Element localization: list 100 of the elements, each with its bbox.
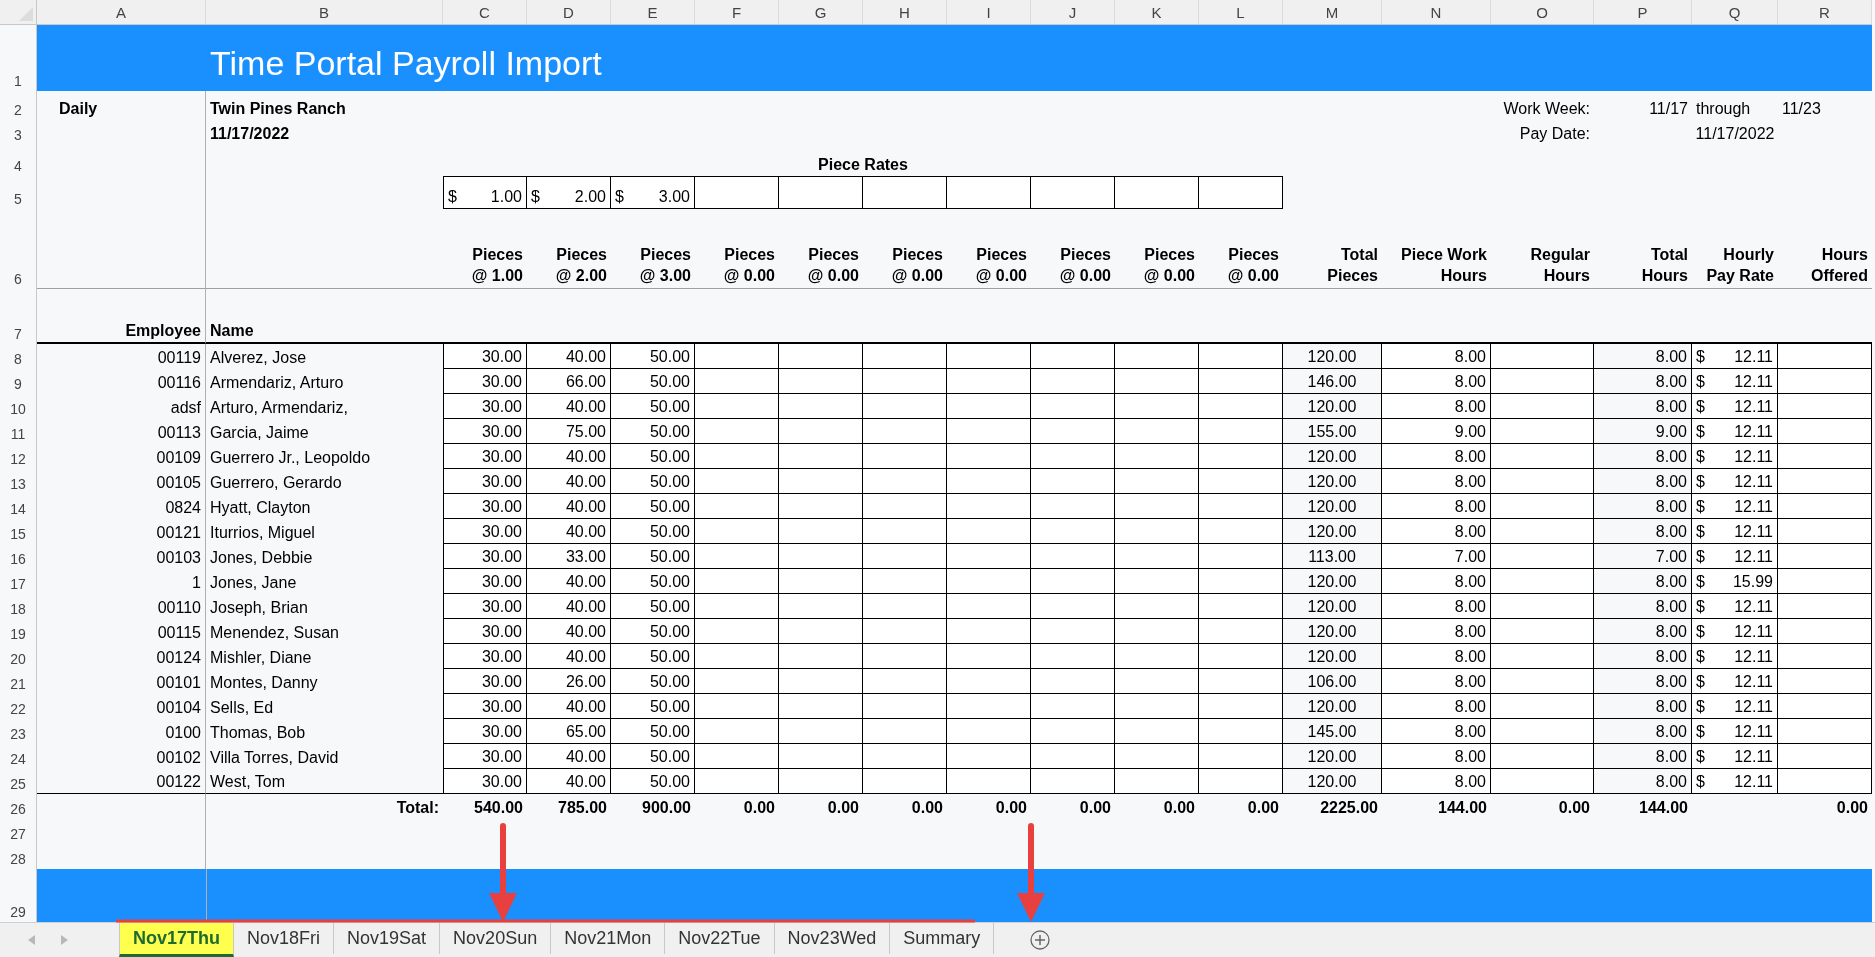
column-header[interactable]: K (1115, 0, 1199, 25)
sheet-tab[interactable]: Summary (890, 923, 995, 954)
row-number[interactable]: 9 (0, 369, 37, 394)
table-cell: 120.00 (1283, 769, 1382, 794)
row-number[interactable]: 2 (0, 91, 37, 120)
table-cell: 40.00 (527, 569, 611, 594)
pay-rate-cell: $ 15.99 (1692, 569, 1778, 594)
table-cell: 50.00 (611, 669, 695, 694)
table-cell: 8.00 (1382, 369, 1491, 394)
column-header[interactable]: F (695, 0, 779, 25)
row-number[interactable]: 4 (0, 145, 37, 176)
sheet-tab[interactable]: Nov20Sun (440, 923, 552, 954)
employee-id: 00105 (37, 469, 206, 494)
row-number[interactable]: 26 (0, 794, 37, 819)
row-number[interactable]: 16 (0, 544, 37, 569)
column-header[interactable]: B (206, 0, 443, 25)
column-header[interactable]: D (527, 0, 611, 25)
sheet-tab[interactable]: Nov18Fri (234, 923, 335, 954)
row-number[interactable]: 23 (0, 719, 37, 744)
row-number[interactable]: 8 (0, 344, 37, 369)
row-number[interactable]: 11 (0, 419, 37, 444)
column-header[interactable]: M (1283, 0, 1382, 25)
column-header[interactable]: R (1778, 0, 1872, 25)
sheet-tab[interactable]: Nov17Thu (119, 923, 234, 957)
table-cell: 50.00 (611, 619, 695, 644)
row-number[interactable]: 21 (0, 669, 37, 694)
table-cell: 40.00 (527, 769, 611, 794)
employee-name: Arturo, Armendariz, (209, 398, 349, 418)
column-header[interactable]: J (1031, 0, 1115, 25)
table-cell: 8.00 (1594, 719, 1692, 744)
scroll-left-icon[interactable] (28, 935, 36, 945)
column-heading: Piece Work Hours (1382, 209, 1491, 289)
piece-rate-cell: $ 3.00 (611, 176, 695, 209)
row-number[interactable]: 17 (0, 569, 37, 594)
row-number[interactable]: 6 (0, 209, 37, 289)
table-cell: 8.00 (1382, 619, 1491, 644)
table-cell: 50.00 (611, 469, 695, 494)
table-cell: 30.00 (443, 369, 527, 394)
row-number[interactable]: 19 (0, 619, 37, 644)
row-number[interactable]: 20 (0, 644, 37, 669)
table-cell: 8.00 (1594, 669, 1692, 694)
row-number[interactable]: 28 (0, 844, 37, 869)
row-number[interactable]: 24 (0, 744, 37, 769)
employee-name: Alverez, Jose (209, 348, 308, 368)
row-number[interactable]: 18 (0, 594, 37, 619)
employee-name: Jones, Jane (209, 573, 298, 593)
column-header[interactable]: E (611, 0, 695, 25)
employee-id: 00116 (37, 369, 206, 394)
total-value: 785.00 (557, 798, 608, 818)
table-cell: 50.00 (611, 694, 695, 719)
table-cell: 40.00 (527, 694, 611, 719)
row-number[interactable]: 7 (0, 289, 37, 344)
row-number[interactable]: 27 (0, 819, 37, 844)
row-number[interactable]: 3 (0, 120, 37, 145)
column-header[interactable]: N (1382, 0, 1491, 25)
total-value: 0.00 (826, 798, 860, 818)
company-name: Twin Pines Ranch (209, 99, 347, 119)
table-cell: 9.00 (1382, 419, 1491, 444)
employee-id: 00119 (37, 344, 206, 369)
column-heading: Hours Offered (1778, 209, 1872, 289)
column-header[interactable]: P (1594, 0, 1692, 25)
row-number[interactable]: 10 (0, 394, 37, 419)
sheet-tab[interactable]: Nov21Mon (551, 923, 666, 954)
column-header[interactable]: A (37, 0, 206, 25)
column-header[interactable]: G (779, 0, 863, 25)
table-cell: 120.00 (1283, 519, 1382, 544)
column-header[interactable]: Q (1692, 0, 1778, 25)
table-cell: 120.00 (1283, 644, 1382, 669)
row-number[interactable]: 14 (0, 494, 37, 519)
table-cell: 8.00 (1382, 769, 1491, 794)
column-header[interactable]: L (1199, 0, 1283, 25)
work-week-end: 11/23 (1781, 99, 1822, 119)
pay-rate-cell: $ 12.11 (1692, 394, 1778, 419)
row-number[interactable]: 5 (0, 176, 37, 209)
table-cell: 146.00 (1283, 369, 1382, 394)
table-cell: 120.00 (1283, 469, 1382, 494)
table-cell: 30.00 (443, 344, 527, 369)
table-cell: 155.00 (1283, 419, 1382, 444)
table-cell: 120.00 (1283, 344, 1382, 369)
row-number[interactable]: 25 (0, 769, 37, 794)
column-header[interactable]: H (863, 0, 947, 25)
sheet-tab[interactable]: Nov19Sat (334, 923, 441, 954)
table-cell: 30.00 (443, 719, 527, 744)
column-header[interactable]: C (443, 0, 527, 25)
scroll-right-icon[interactable] (60, 935, 68, 945)
table-cell: 30.00 (443, 769, 527, 794)
row-number[interactable]: 22 (0, 694, 37, 719)
pay-rate-cell: $ 12.11 (1692, 744, 1778, 769)
pay-rate-cell: $ 12.11 (1692, 619, 1778, 644)
row-number[interactable]: 13 (0, 469, 37, 494)
table-cell: 30.00 (443, 444, 527, 469)
sheet-tab[interactable]: Nov22Tue (665, 923, 775, 954)
column-header[interactable]: I (947, 0, 1031, 25)
column-heading: Pieces @ 0.00 (947, 209, 1031, 289)
row-number[interactable]: 12 (0, 444, 37, 469)
report-date: 11/17/2022 (209, 124, 291, 144)
employee-name: Iturrios, Miguel (209, 523, 316, 543)
row-number[interactable]: 15 (0, 519, 37, 544)
sheet-tab[interactable]: Nov23Wed (774, 923, 891, 954)
column-header[interactable]: O (1491, 0, 1594, 25)
